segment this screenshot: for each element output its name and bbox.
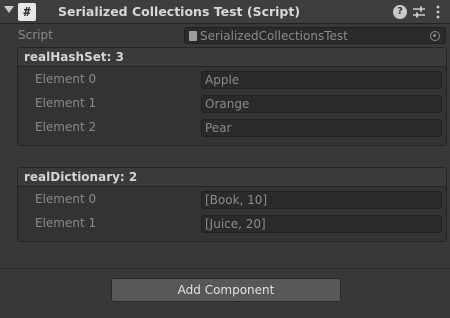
script-field-value: SerializedCollectionsTest (200, 29, 348, 43)
element-label: Element 1 (35, 96, 97, 110)
element-value-field[interactable]: Orange (201, 95, 442, 113)
dictionary-element-row: Element 1 [Juice, 20] (18, 211, 446, 235)
divider (0, 268, 450, 269)
script-label: Script (18, 28, 53, 42)
hashset-element-row: Element 2 Pear (18, 115, 446, 139)
element-label: Element 0 (35, 72, 97, 86)
script-file-icon (189, 31, 197, 41)
script-object-field[interactable]: SerializedCollectionsTest (184, 27, 446, 44)
element-value-field[interactable]: [Juice, 20] (201, 215, 442, 233)
dictionary-box: realDictionary: 2 Element 0 [Book, 10] E… (17, 167, 447, 242)
hashset-element-row: Element 1 Orange (18, 91, 446, 115)
preset-sliders-icon[interactable] (412, 5, 426, 19)
component-header[interactable]: # Serialized Collections Test (Script) ? (0, 0, 450, 24)
csharp-script-icon: # (18, 3, 36, 21)
foldout-arrow-icon[interactable] (4, 6, 14, 13)
kebab-menu-icon[interactable] (435, 5, 441, 19)
dictionary-element-row: Element 0 [Book, 10] (18, 187, 446, 211)
element-value-field[interactable]: [Book, 10] (201, 191, 442, 209)
object-picker-icon[interactable] (430, 31, 440, 41)
element-value-field[interactable]: Pear (201, 119, 442, 137)
element-value-field[interactable]: Apple (201, 71, 442, 89)
script-row: Script SerializedCollectionsTest (0, 26, 450, 46)
component-title: Serialized Collections Test (Script) (58, 4, 301, 19)
element-label: Element 0 (35, 192, 97, 206)
dictionary-title[interactable]: realDictionary: 2 (18, 168, 446, 187)
element-label: Element 2 (35, 120, 97, 134)
element-label: Element 1 (35, 216, 97, 230)
help-icon[interactable]: ? (393, 5, 407, 19)
add-component-button[interactable]: Add Component (111, 278, 341, 302)
hashset-box: realHashSet: 3 Element 0 Apple Element 1… (17, 47, 447, 146)
hashset-title[interactable]: realHashSet: 3 (18, 48, 446, 67)
hashset-element-row: Element 0 Apple (18, 67, 446, 91)
